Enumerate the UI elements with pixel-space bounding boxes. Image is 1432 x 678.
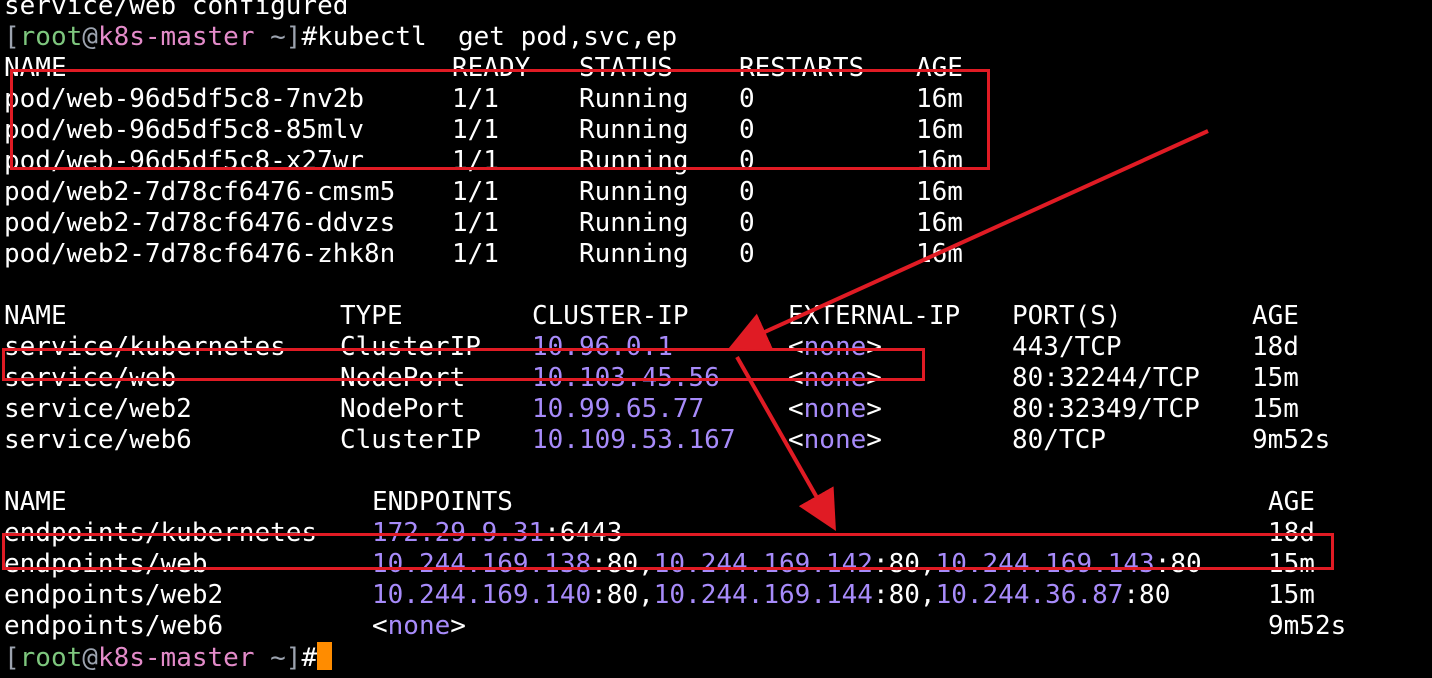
annotation-arrows bbox=[728, 129, 1209, 531]
arrow-to-endpoints bbox=[735, 356, 836, 531]
arrow-to-service bbox=[728, 129, 1209, 351]
